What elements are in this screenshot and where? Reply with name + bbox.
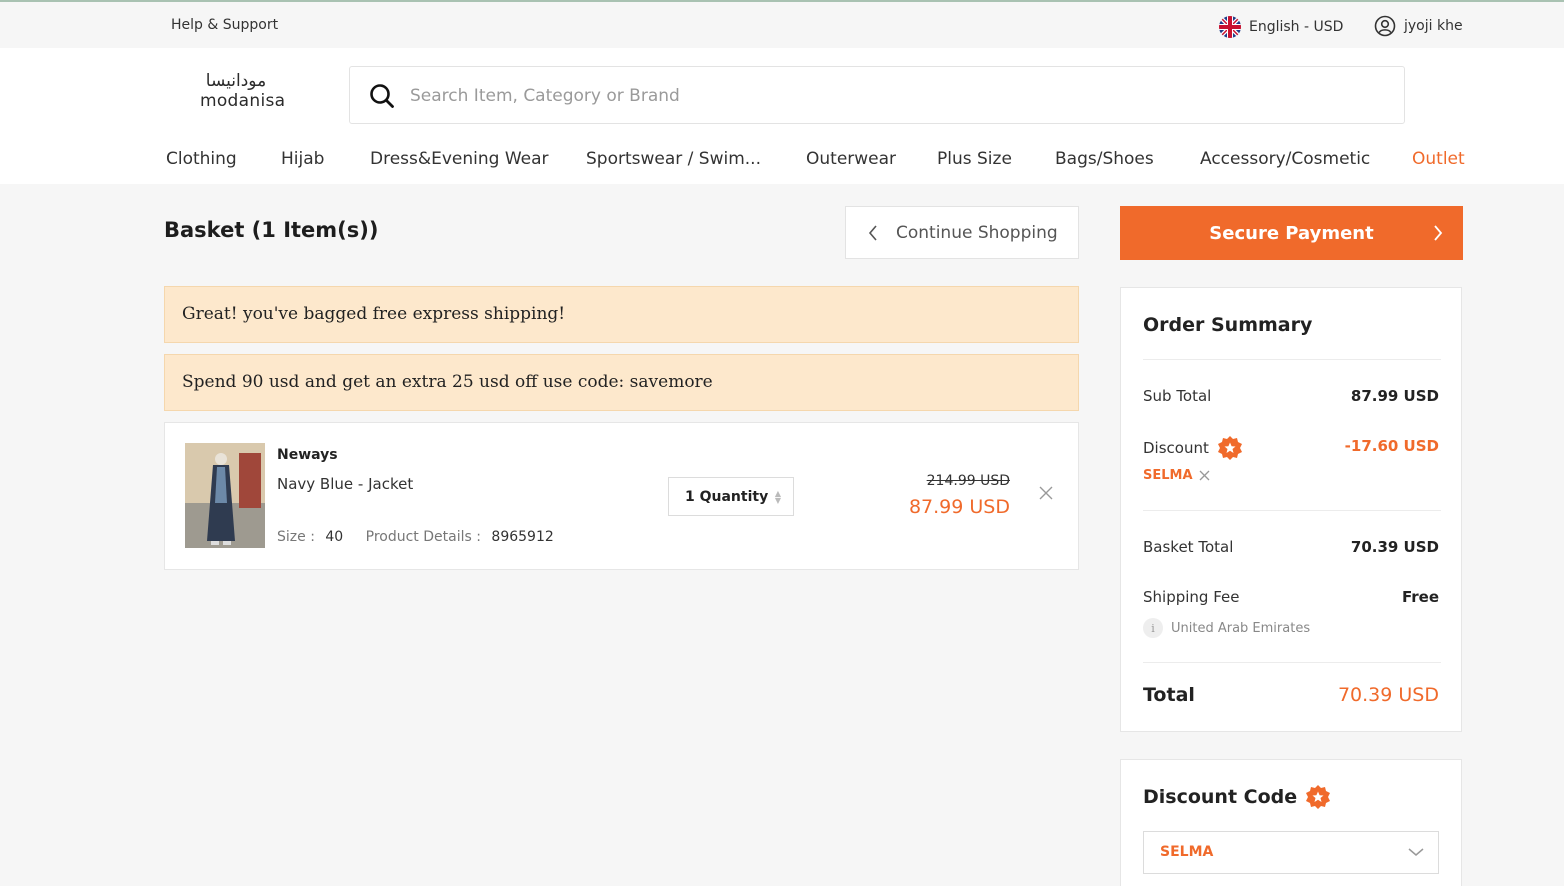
chevron-down-icon (1408, 848, 1424, 856)
nav-plus-size[interactable]: Plus Size (937, 149, 1012, 169)
nav-outerwear[interactable]: Outerwear (806, 149, 896, 169)
total-value: 70.39 USD (1337, 684, 1439, 706)
help-support-link[interactable]: Help & Support (171, 17, 278, 33)
category-nav: Clothing Hijab Dress&Evening Wear Sports… (0, 149, 1564, 173)
discount-star-badge-icon (1217, 436, 1242, 460)
top-bar: Help & Support English - USD jyoji khe (0, 0, 1564, 48)
remove-item-icon[interactable] (1038, 485, 1054, 501)
logo-latin: modanisa (200, 91, 286, 111)
basket-item: Neways Navy Blue - Jacket Size : 40 Prod… (164, 422, 1079, 570)
shipping-country: i United Arab Emirates (1143, 618, 1310, 638)
size-label: Size : (277, 529, 315, 545)
shipping-fee-value: Free (1401, 588, 1439, 606)
language-label: English - USD (1249, 19, 1344, 35)
secure-payment-label: Secure Payment (1209, 222, 1374, 244)
uk-flag-icon (1219, 16, 1241, 38)
divider (1143, 662, 1441, 663)
product-details-value: 8965912 (491, 529, 554, 545)
discount-star-badge-icon (1306, 785, 1331, 809)
order-summary: Order Summary Sub Total 87.99 USD Discou… (1120, 287, 1462, 732)
promo-banner: Spend 90 usd and get an extra 25 usd off… (164, 354, 1079, 411)
nav-accessory-cosmetic[interactable]: Accessory/Cosmetic (1200, 149, 1370, 169)
product-brand[interactable]: Neways (277, 447, 338, 463)
user-account-menu[interactable]: jyoji khe (1374, 15, 1463, 37)
continue-shopping-button[interactable]: Continue Shopping (845, 206, 1079, 259)
basket-total-label: Basket Total (1143, 538, 1234, 556)
nav-sportswear-swim[interactable]: Sportswear / Swim... (586, 149, 761, 169)
size-value: 40 (325, 529, 344, 545)
product-details-label: Product Details : (365, 529, 481, 545)
nav-clothing[interactable]: Clothing (166, 149, 237, 169)
sort-arrows-icon: ▲ ▼ (774, 489, 781, 505)
applied-code: SELMA (1143, 468, 1193, 483)
site-header: مودانيسا modanisa Clothing Hijab Dress&E… (0, 48, 1564, 184)
product-meta: Size : 40 Product Details : 8965912 (277, 529, 554, 545)
product-photo-figure (185, 443, 265, 548)
applied-code-tag: SELMA (1143, 468, 1210, 483)
product-name[interactable]: Navy Blue - Jacket (277, 475, 413, 493)
shipping-country-name: United Arab Emirates (1171, 620, 1311, 636)
search-box (349, 66, 1405, 124)
divider (1143, 510, 1441, 511)
product-image[interactable] (185, 443, 265, 548)
subtotal-label: Sub Total (1143, 387, 1212, 405)
discount-row: Discount (1143, 435, 1243, 461)
basket-title: Basket (1 Item(s)) (164, 218, 379, 242)
discount-code-panel: Discount Code SELMA (1120, 759, 1462, 886)
chevron-left-icon (868, 224, 877, 241)
discount-code-title: Discount Code (1143, 786, 1298, 808)
continue-shopping-label: Continue Shopping (896, 222, 1058, 243)
discount-code-selected: SELMA (1160, 844, 1214, 860)
nav-hijab[interactable]: Hijab (281, 149, 324, 169)
discount-value: -17.60 USD (1344, 437, 1439, 455)
discount-code-title-row: Discount Code (1143, 784, 1331, 810)
quantity-label: 1 Quantity (685, 488, 769, 505)
divider (1143, 359, 1441, 360)
search-icon[interactable] (369, 83, 395, 109)
secure-payment-button[interactable]: Secure Payment (1120, 206, 1463, 260)
free-shipping-banner: Great! you've bagged free express shippi… (164, 286, 1079, 343)
discount-code-select[interactable]: SELMA (1143, 831, 1439, 874)
chevron-right-icon (1434, 225, 1443, 241)
remove-code-icon[interactable] (1199, 470, 1210, 481)
language-selector[interactable]: English - USD (1219, 16, 1343, 38)
modanisa-logo[interactable]: مودانيسا modanisa (200, 70, 286, 111)
shipping-fee-label: Shipping Fee (1143, 588, 1240, 606)
basket-page: Basket (1 Item(s)) Continue Shopping Gre… (0, 184, 1564, 886)
basket-total-value: 70.39 USD (1350, 538, 1439, 556)
order-summary-title: Order Summary (1143, 314, 1313, 336)
nav-dress-evening-wear[interactable]: Dress&Evening Wear (370, 149, 549, 169)
sale-price: 87.99 USD (908, 496, 1010, 518)
subtotal-value: 87.99 USD (1350, 387, 1439, 405)
user-icon (1374, 15, 1396, 37)
nav-bags-shoes[interactable]: Bags/Shoes (1055, 149, 1154, 169)
logo-arabic: مودانيسا (205, 71, 267, 91)
discount-label: Discount (1143, 439, 1209, 457)
search-input[interactable] (410, 81, 1370, 111)
original-price: 214.99 USD (926, 473, 1010, 489)
total-label: Total (1143, 684, 1195, 706)
quantity-select[interactable]: 1 Quantity ▲ ▼ (668, 477, 794, 516)
user-name: jyoji khe (1404, 18, 1463, 34)
nav-outlet[interactable]: Outlet (1412, 149, 1465, 169)
info-icon[interactable]: i (1143, 618, 1163, 638)
